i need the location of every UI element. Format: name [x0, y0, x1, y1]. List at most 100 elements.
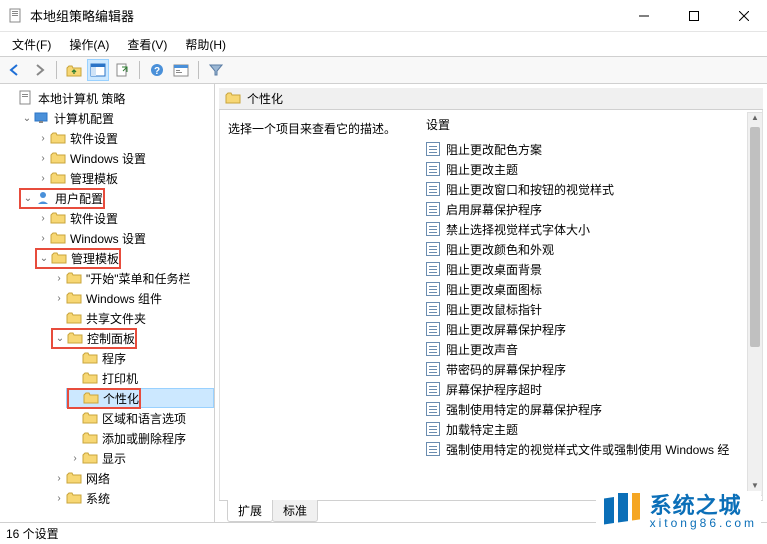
tree-start-taskbar[interactable]: › "开始"菜单和任务栏 — [50, 268, 214, 288]
tree-uc-admin[interactable]: ⌄ 管理模板 — [34, 248, 214, 268]
column-header-settings[interactable]: 设置 — [426, 116, 762, 133]
folder-icon — [83, 390, 99, 406]
tree-label: Windows 设置 — [70, 230, 146, 247]
setting-item[interactable]: 阻止更改颜色和外观 — [426, 239, 762, 259]
setting-item[interactable]: 加载特定主题 — [426, 419, 762, 439]
tree-cp-addremove[interactable]: 添加或删除程序 — [66, 428, 214, 448]
tree-cc-admin[interactable]: › 管理模板 — [34, 168, 214, 188]
help-button[interactable]: ? — [146, 59, 168, 81]
policy-setting-icon — [426, 302, 440, 316]
tree-cp-display[interactable]: ›显示 — [66, 448, 214, 468]
setting-item[interactable]: 阻止更改主题 — [426, 159, 762, 179]
setting-item[interactable]: 强制使用特定的视觉样式文件或强制使用 Windows 经 — [426, 439, 762, 459]
tree-label: Windows 组件 — [86, 290, 162, 307]
tree-cp-programs[interactable]: 程序 — [66, 348, 214, 368]
setting-item[interactable]: 带密码的屏幕保护程序 — [426, 359, 762, 379]
folder-icon — [66, 470, 82, 486]
policy-setting-icon — [426, 242, 440, 256]
tree-label: 个性化 — [103, 390, 139, 407]
chevron-right-icon[interactable]: › — [36, 233, 50, 244]
tab-extended[interactable]: 扩展 — [227, 500, 273, 522]
setting-item[interactable]: 屏幕保护程序超时 — [426, 379, 762, 399]
tree-uc-windows[interactable]: › Windows 设置 — [34, 228, 214, 248]
tree-cc-software[interactable]: ›软件设置 — [34, 128, 214, 148]
spacer — [69, 393, 83, 404]
app-icon — [8, 8, 24, 24]
tree-label: "开始"菜单和任务栏 — [86, 270, 191, 287]
chevron-right-icon[interactable]: › — [52, 293, 66, 304]
tree-system[interactable]: ›系统 — [50, 488, 214, 508]
policy-setting-icon — [426, 282, 440, 296]
watermark-line2: xitong86.com — [650, 517, 757, 529]
show-hide-tree-button[interactable] — [87, 59, 109, 81]
tree-cc-windows[interactable]: ›Windows 设置 — [34, 148, 214, 168]
properties-button[interactable] — [170, 59, 192, 81]
back-button[interactable] — [4, 59, 26, 81]
chevron-right-icon[interactable]: › — [36, 213, 50, 224]
vertical-scrollbar[interactable]: ▲ ▼ — [747, 112, 763, 496]
chevron-right-icon[interactable]: › — [36, 133, 50, 144]
setting-item[interactable]: 阻止更改屏幕保护程序 — [426, 319, 762, 339]
chevron-down-icon[interactable]: ⌄ — [53, 333, 67, 344]
chevron-right-icon[interactable]: › — [36, 173, 50, 184]
menu-help[interactable]: 帮助(H) — [181, 34, 230, 55]
tree-label: 用户配置 — [55, 190, 103, 207]
chevron-down-icon[interactable]: ⌄ — [21, 193, 35, 204]
setting-item[interactable]: 阻止更改鼠标指针 — [426, 299, 762, 319]
folder-icon — [225, 91, 241, 107]
watermark-line1: 系统之城 — [650, 495, 757, 517]
export-button[interactable] — [111, 59, 133, 81]
chevron-right-icon[interactable]: › — [36, 153, 50, 164]
chevron-down-icon[interactable]: ⌄ — [37, 253, 51, 264]
chevron-right-icon[interactable]: › — [52, 273, 66, 284]
tree-uc-software[interactable]: ›软件设置 — [34, 208, 214, 228]
setting-item[interactable]: 启用屏幕保护程序 — [426, 199, 762, 219]
setting-label: 带密码的屏幕保护程序 — [446, 361, 566, 378]
tree-label: 管理模板 — [70, 170, 118, 187]
tree-win-components[interactable]: › Windows 组件 — [50, 288, 214, 308]
policy-setting-icon — [426, 442, 440, 456]
tree-cp-personalization[interactable]: 个性化 — [66, 388, 214, 408]
menu-file[interactable]: 文件(F) — [8, 34, 55, 55]
setting-item[interactable]: 阻止更改声音 — [426, 339, 762, 359]
setting-item[interactable]: 阻止更改桌面图标 — [426, 279, 762, 299]
menu-action[interactable]: 操作(A) — [65, 34, 113, 55]
up-button[interactable] — [63, 59, 85, 81]
tree-user-config[interactable]: ⌄ 用户配置 — [18, 188, 214, 208]
tree-cp-region[interactable]: 区域和语言选项 — [66, 408, 214, 428]
setting-label: 加载特定主题 — [446, 421, 518, 438]
scroll-up-icon[interactable]: ▲ — [748, 113, 762, 127]
setting-item[interactable]: 强制使用特定的屏幕保护程序 — [426, 399, 762, 419]
setting-label: 启用屏幕保护程序 — [446, 201, 542, 218]
highlight-box: 个性化 — [67, 388, 141, 409]
chevron-right-icon[interactable]: › — [52, 493, 66, 504]
tree-computer-config[interactable]: ⌄ 计算机配置 — [18, 108, 214, 128]
tab-standard[interactable]: 标准 — [272, 500, 318, 522]
setting-label: 阻止更改主题 — [446, 161, 518, 178]
filter-button[interactable] — [205, 59, 227, 81]
separator — [198, 61, 199, 79]
maximize-button[interactable] — [679, 4, 709, 28]
tree-label: 网络 — [86, 470, 110, 487]
chevron-right-icon[interactable]: › — [68, 453, 82, 464]
setting-item[interactable]: 禁止选择视觉样式字体大小 — [426, 219, 762, 239]
setting-label: 阻止更改屏幕保护程序 — [446, 321, 566, 338]
menu-view[interactable]: 查看(V) — [123, 34, 171, 55]
setting-item[interactable]: 阻止更改窗口和按钮的视觉样式 — [426, 179, 762, 199]
tree-control-panel[interactable]: ⌄ 控制面板 — [50, 328, 214, 348]
forward-button[interactable] — [28, 59, 50, 81]
policy-setting-icon — [426, 362, 440, 376]
tree-cp-printers[interactable]: 打印机 — [66, 368, 214, 388]
tree-network[interactable]: › 网络 — [50, 468, 214, 488]
chevron-right-icon[interactable]: › — [52, 473, 66, 484]
tree-root[interactable]: 本地计算机 策略 — [2, 88, 214, 108]
setting-item[interactable]: 阻止更改配色方案 — [426, 139, 762, 159]
chevron-down-icon[interactable]: ⌄ — [20, 113, 34, 124]
tree-shared-folders[interactable]: 共享文件夹 — [50, 308, 214, 328]
description-hint: 选择一个项目来查看它的描述。 — [228, 120, 412, 137]
setting-label: 阻止更改桌面背景 — [446, 261, 542, 278]
minimize-button[interactable] — [629, 4, 659, 28]
close-button[interactable] — [729, 4, 759, 28]
scroll-thumb[interactable] — [750, 127, 760, 347]
setting-item[interactable]: 阻止更改桌面背景 — [426, 259, 762, 279]
